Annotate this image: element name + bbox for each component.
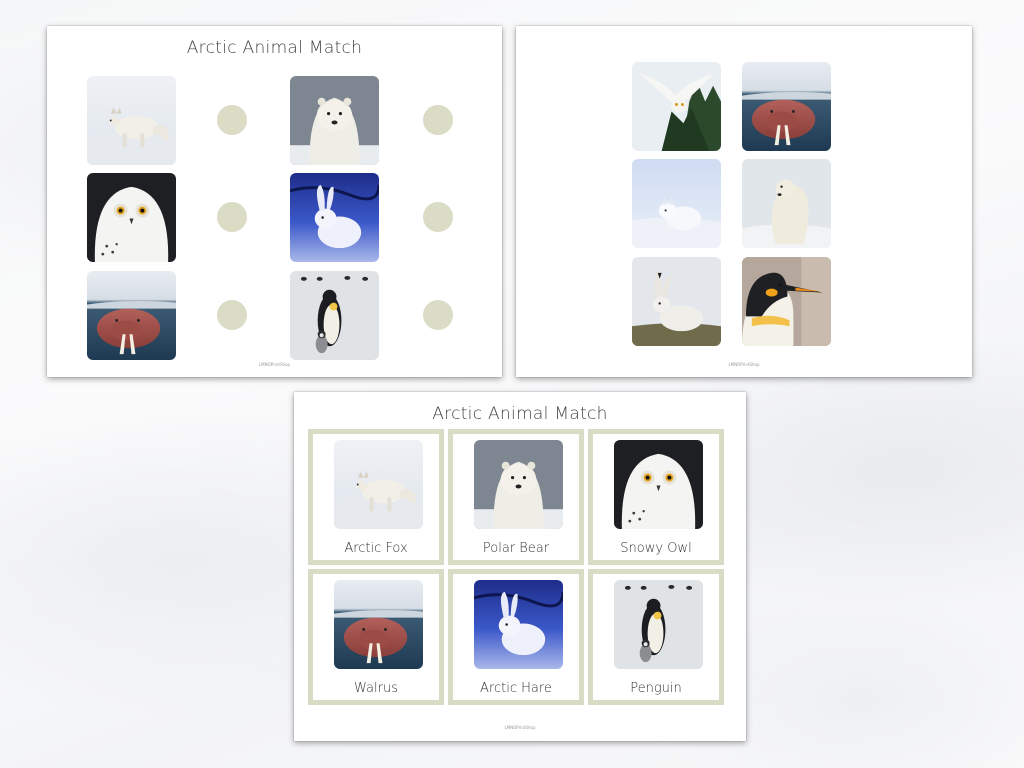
photo-arctic-fox[interactable]	[632, 159, 721, 248]
match-dot[interactable]	[217, 202, 247, 232]
matching-sheet-left: Arctic Animal Match LMNOPrintShop	[47, 26, 502, 377]
card-snowy-owl[interactable]: Snowy Owl	[588, 429, 724, 565]
photo-penguin	[290, 271, 379, 360]
photo-polar-bear	[290, 76, 379, 165]
photo-walrus	[334, 580, 423, 669]
sheet-footer: LMNOPrintShop	[728, 362, 760, 367]
photo-walrus[interactable]	[742, 62, 831, 151]
match-dot[interactable]	[423, 300, 453, 330]
card-label: Snowy Owl	[620, 541, 692, 556]
photo-polar-bear[interactable]	[742, 159, 831, 248]
cutout-sheet-right: LMNOPrintShop	[516, 26, 972, 377]
card-label: Arctic Hare	[480, 681, 552, 696]
photo-penguin	[614, 580, 703, 669]
photo-snowy-owl	[87, 173, 176, 262]
card-polar-bear[interactable]: Polar Bear	[448, 429, 584, 565]
card-label: Penguin	[630, 681, 682, 696]
match-dot[interactable]	[423, 105, 453, 135]
animal-card-grid: Arctic Fox Polar Bear Snowy Owl Walrus A…	[308, 429, 727, 707]
card-label: Walrus	[354, 681, 398, 696]
card-arctic-fox[interactable]: Arctic Fox	[308, 429, 444, 565]
photo-snowy-owl	[614, 440, 703, 529]
photo-polar-bear	[474, 440, 563, 529]
photo-arctic-hare	[474, 580, 563, 669]
sheet-footer: LMNOPrintShop	[504, 725, 536, 730]
card-arctic-hare[interactable]: Arctic Hare	[448, 569, 584, 705]
photo-snowy-owl-flying[interactable]	[632, 62, 721, 151]
match-dot[interactable]	[217, 105, 247, 135]
card-penguin[interactable]: Penguin	[588, 569, 724, 705]
photo-king-penguin[interactable]	[742, 257, 831, 346]
card-walrus[interactable]: Walrus	[308, 569, 444, 705]
sheet-footer: LMNOPrintShop	[258, 362, 291, 367]
photo-walrus	[87, 271, 176, 360]
photo-arctic-fox	[334, 440, 423, 529]
sheet-title: Arctic Animal Match	[432, 404, 608, 424]
photo-arctic-hare[interactable]	[632, 257, 721, 346]
match-dot[interactable]	[217, 300, 247, 330]
photo-arctic-hare	[290, 173, 379, 262]
photo-arctic-fox	[87, 76, 176, 165]
match-dot[interactable]	[423, 202, 453, 232]
card-label: Polar Bear	[482, 541, 550, 556]
sheet-title: Arctic Animal Match	[186, 38, 363, 58]
card-label: Arctic Fox	[344, 541, 408, 556]
